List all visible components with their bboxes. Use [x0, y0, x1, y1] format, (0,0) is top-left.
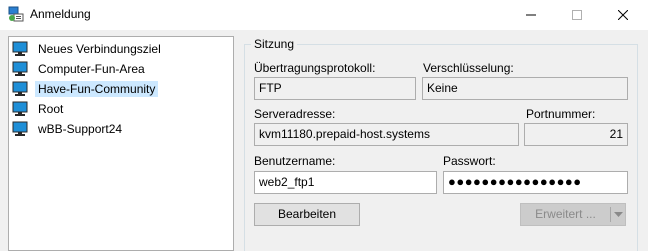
tree-item-label: Neues Verbindungsziel [38, 42, 161, 56]
chevron-down-icon[interactable] [614, 212, 623, 217]
advanced-button-label: Erweitert ... [535, 207, 596, 221]
monitor-icon [12, 61, 28, 76]
monitor-icon [12, 41, 28, 56]
monitor-icon [12, 81, 28, 96]
password-label: Passwort: [443, 154, 496, 168]
username-label: Benutzername: [254, 154, 336, 168]
tree-item-root[interactable]: Root [12, 100, 227, 118]
split-separator [610, 207, 611, 222]
encryption-label: Verschlüsselung: [423, 61, 514, 75]
connection-tree[interactable]: Neues Verbindungsziel Computer-Fun-Area … [8, 36, 234, 251]
password-field[interactable]: ●●●●●●●●●●●●●●●● [443, 171, 628, 194]
maximize-icon [572, 10, 582, 20]
minimize-icon [526, 14, 536, 16]
edit-button[interactable]: Bearbeiten [254, 203, 360, 226]
app-icon [8, 6, 24, 22]
tree-item-label: Have-Fun-Community [35, 81, 159, 97]
server-label: Serveradresse: [254, 107, 336, 121]
maximize-button[interactable] [554, 0, 600, 30]
tree-item-label: wBB-Support24 [38, 122, 123, 136]
tree-item-label: Root [38, 102, 64, 116]
window-title: Anmeldung [30, 7, 91, 21]
port-label: Portnummer: [526, 107, 596, 121]
tree-item-have-fun-community[interactable]: Have-Fun-Community [12, 80, 227, 98]
close-icon [618, 10, 628, 20]
close-button[interactable] [600, 0, 646, 30]
encryption-field[interactable]: Keine [422, 77, 628, 100]
tree-item-computer-fun-area[interactable]: Computer-Fun-Area [12, 60, 227, 78]
tree-item-neues-verbindungsziel[interactable]: Neues Verbindungsziel [12, 40, 227, 58]
monitor-icon [12, 121, 28, 136]
server-address-field[interactable]: kvm11180.prepaid-host.systems [254, 123, 519, 146]
username-field[interactable]: web2_ftp1 [254, 171, 437, 194]
port-field[interactable]: 21 [524, 123, 628, 146]
protocol-field[interactable]: FTP [254, 77, 416, 100]
advanced-split-button[interactable]: Erweitert ... [520, 203, 626, 226]
monitor-icon [12, 101, 28, 116]
protocol-label: Übertragungsprotokoll: [254, 61, 376, 75]
password-mask: ●●●●●●●●●●●●●●●● [448, 174, 582, 189]
minimize-button[interactable] [508, 0, 554, 30]
title-bar: Anmeldung [0, 0, 648, 30]
session-group-title: Sitzung [251, 37, 298, 51]
tree-item-wbb-support24[interactable]: wBB-Support24 [12, 120, 227, 138]
tree-item-label: Computer-Fun-Area [38, 62, 145, 76]
